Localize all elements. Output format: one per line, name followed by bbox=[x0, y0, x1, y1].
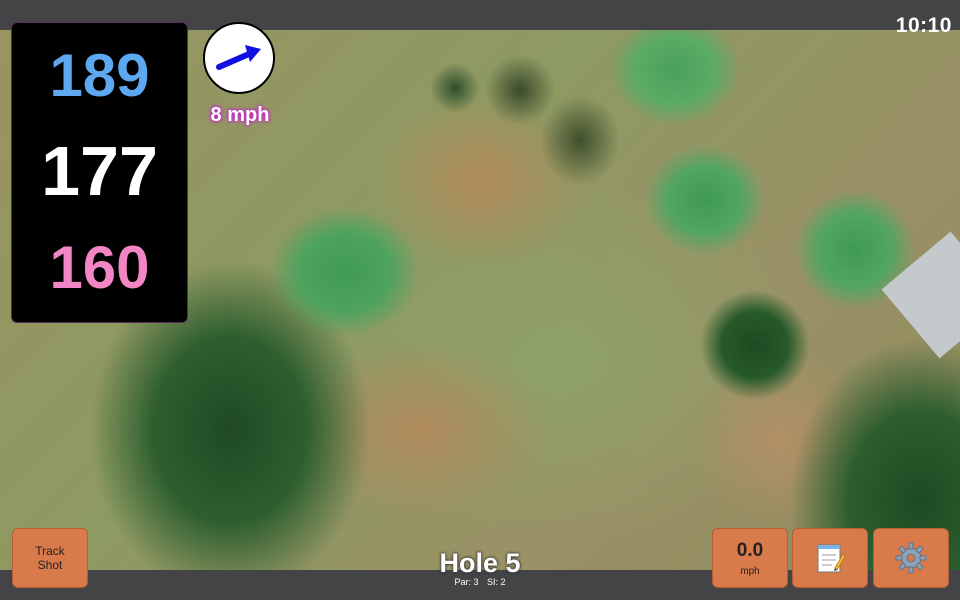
back-distance: 189 bbox=[49, 42, 150, 109]
track-shot-button[interactable]: Track Shot bbox=[12, 528, 88, 588]
hole-title: Hole 5 bbox=[439, 548, 521, 578]
notepad-icon bbox=[817, 544, 845, 573]
middle-distance: 177 bbox=[41, 132, 158, 210]
settings-button[interactable] bbox=[873, 528, 949, 588]
speed-value: 0.0 bbox=[736, 539, 764, 561]
gear-icon bbox=[895, 542, 927, 574]
hole-par: Par: 3 bbox=[454, 577, 479, 587]
speed-button[interactable]: 0.0 mph bbox=[712, 528, 788, 588]
notes-button[interactable] bbox=[792, 528, 868, 588]
hole-stroke-index: SI: 2 bbox=[487, 577, 506, 587]
distance-panel: 189 177 160 bbox=[11, 22, 188, 323]
clock: 10:10 bbox=[895, 14, 952, 37]
wind-speed: 8 mph bbox=[210, 104, 270, 126]
speed-unit: mph bbox=[740, 565, 760, 577]
wind-indicator bbox=[203, 22, 275, 94]
arrow-icon bbox=[216, 45, 261, 70]
track-shot-label: Track Shot bbox=[35, 544, 65, 572]
hole-info: Par: 3 SI: 2 bbox=[380, 577, 580, 587]
front-distance: 160 bbox=[49, 234, 150, 301]
